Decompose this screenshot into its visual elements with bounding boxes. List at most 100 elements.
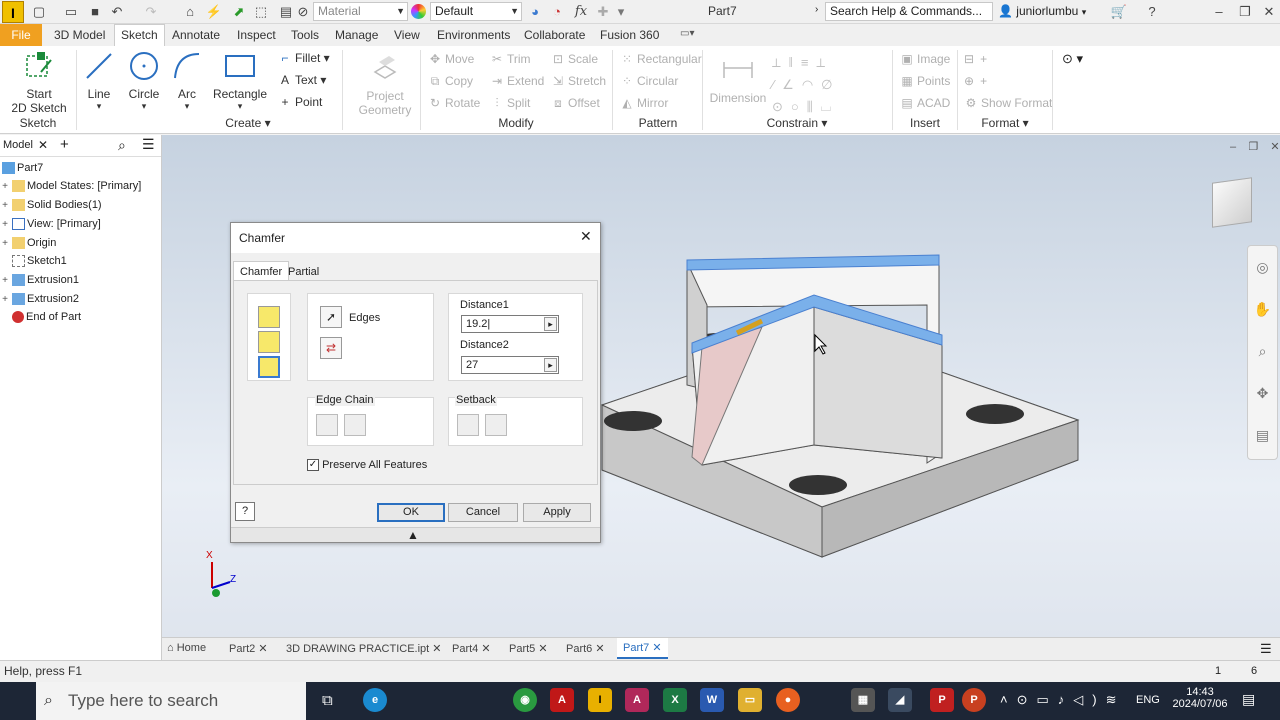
no-entry-icon[interactable]: ⊘ (294, 3, 312, 21)
undo-icon[interactable]: ↶ (108, 3, 126, 21)
open-icon[interactable]: ▭ (62, 3, 80, 21)
ribbon-options-icon[interactable]: ▭▾ (680, 28, 694, 39)
edges-select-button[interactable]: ➚ (320, 306, 342, 328)
close-tab-icon[interactable]: ✕ (481, 643, 490, 655)
plus-icon[interactable]: ✚ (594, 3, 612, 21)
project-geometry-button[interactable]: Project Geometry (352, 52, 418, 117)
circular-pattern-button[interactable]: ⁘ Circular (620, 74, 678, 88)
tree-item-extrusion1[interactable]: + Extrusion1 (0, 271, 79, 289)
task-view-icon[interactable]: ⧉ (322, 692, 333, 709)
measure-icon[interactable]: ▤ (277, 3, 295, 21)
close-tab-icon[interactable]: ✕ (652, 642, 661, 654)
finish-sketch-icon[interactable]: ⊙ ▾ (1062, 51, 1083, 67)
new-file-icon[interactable]: ▢ (30, 3, 48, 21)
tree-item-sketch1[interactable]: Sketch1 (0, 252, 67, 270)
help-icon[interactable]: ? (235, 502, 255, 521)
expand-icon[interactable]: + (0, 197, 10, 215)
doc-tab-part2[interactable]: Part2 ✕ (229, 642, 268, 655)
return-icon[interactable]: ⬈ (230, 3, 248, 21)
stretch-button[interactable]: ⇲ Stretch (551, 74, 606, 88)
tree-item-part7[interactable]: Part7 (0, 159, 43, 177)
inventor-icon[interactable]: I (588, 688, 612, 712)
material-select[interactable]: Material ▼ (313, 2, 408, 21)
clear-icon[interactable]: ◔ (548, 3, 566, 21)
flip-direction-button[interactable]: ⇄ (320, 337, 342, 359)
tab-manage[interactable]: Manage (329, 27, 384, 43)
fillet-button[interactable]: ⌐ Fillet ▾ (278, 51, 329, 65)
notifications-icon[interactable]: ▤ (1242, 691, 1255, 708)
distance-method-icon[interactable] (258, 306, 280, 328)
setback-off-icon[interactable] (457, 414, 479, 436)
calculator-icon[interactable]: ▦ (851, 688, 875, 712)
all-tangent-edges-icon[interactable] (316, 414, 338, 436)
expand-icon[interactable]: + (0, 272, 10, 290)
tab-collaborate[interactable]: Collaborate (518, 27, 591, 43)
doc-tab-part4[interactable]: Part4 ✕ (452, 642, 491, 655)
expand-arrow-icon[interactable]: ▲ (407, 528, 419, 542)
rotate-button[interactable]: ↻ Rotate (428, 96, 480, 110)
distance1-flyout-icon[interactable]: ▸ (544, 317, 557, 331)
tree-item-origin[interactable]: + Origin (0, 234, 56, 252)
tab-inspect[interactable]: Inspect (231, 27, 282, 43)
edge-icon[interactable]: e (363, 688, 387, 712)
distance1-input[interactable]: 19.2| ▸ (461, 315, 559, 333)
tree-item-end-of-part[interactable]: End of Part (0, 308, 81, 326)
scale-button[interactable]: ⊡ Scale (551, 52, 598, 66)
browser-tab-model[interactable]: Model (3, 139, 33, 151)
tab-view[interactable]: View (388, 27, 426, 43)
circle-button[interactable]: Circle ▾ (124, 50, 164, 112)
setback-on-icon[interactable] (485, 414, 507, 436)
home-icon[interactable]: ⌂ (181, 3, 199, 21)
close-icon[interactable]: ✕ (580, 228, 592, 245)
start-2d-sketch-button[interactable]: Start 2D Sketch (10, 50, 68, 115)
doc-tab-home[interactable]: ⌂ Home (167, 642, 206, 654)
tabs-menu-icon[interactable]: ☰ (1260, 641, 1272, 657)
select-icon[interactable]: ⬚ (252, 3, 270, 21)
language-indicator[interactable]: ENG (1136, 694, 1160, 706)
appearance-select[interactable]: Default ▼ (430, 2, 522, 21)
access-icon[interactable]: A (625, 688, 649, 712)
doc-tab-part5[interactable]: Part5 ✕ (509, 642, 548, 655)
system-tray-icons[interactable]: ˄⊙▭♪◁)≋ (1000, 692, 1126, 708)
tab-tools[interactable]: Tools (285, 27, 325, 43)
tree-item-model-states[interactable]: + Model States: [Primary] (0, 177, 141, 195)
word-icon[interactable]: W (700, 688, 724, 712)
distance-angle-method-icon[interactable] (258, 331, 280, 353)
offset-button[interactable]: ⧈ Offset (551, 96, 600, 111)
group-label-create[interactable]: Create ▾ (218, 116, 278, 130)
tab-partial[interactable]: Partial (282, 264, 325, 281)
tree-item-solid-bodies[interactable]: + Solid Bodies(1) (0, 196, 102, 214)
tab-fusion-360[interactable]: Fusion 360 (594, 27, 665, 43)
text-button[interactable]: A Text ▾ (278, 73, 326, 87)
save-icon[interactable]: ■ (86, 3, 104, 21)
expand-icon[interactable]: + (0, 178, 10, 196)
arc-button[interactable]: Arc ▾ (168, 50, 206, 112)
taskbar-search-input[interactable]: ⌕ Type here to search (36, 682, 306, 720)
doc-tab-part6[interactable]: Part6 ✕ (566, 642, 605, 655)
start-button[interactable] (0, 682, 36, 720)
close-window-icon[interactable]: ✕ (1260, 3, 1278, 21)
cart-icon[interactable]: 🛒 (1110, 3, 1128, 21)
app-icon[interactable]: ◢ (888, 688, 912, 712)
menu-icon[interactable]: ☰ (142, 136, 155, 153)
expand-icon[interactable]: + (0, 235, 10, 253)
help-search-input[interactable]: Search Help & Commands... (825, 2, 993, 21)
group-label-constrain[interactable]: Constrain ▾ (762, 116, 832, 130)
close-panel-icon[interactable]: ✕ (38, 138, 48, 152)
tab-3d-model[interactable]: 3D Model (48, 27, 111, 43)
point-button[interactable]: + Point (278, 95, 322, 109)
rectangle-button[interactable]: Rectangle ▾ (210, 50, 270, 112)
rectangular-pattern-button[interactable]: ⁙ Rectangular (620, 52, 702, 66)
constraint-icons[interactable]: ⟂∥≡⊥ ⁄∠◠∅ ⊙○⫼⌴ (772, 52, 890, 118)
cancel-button[interactable]: Cancel (448, 503, 518, 522)
points-button[interactable]: ▦ Points (900, 74, 950, 88)
line-button[interactable]: Line ▾ (80, 50, 118, 112)
restore-icon[interactable]: ❐ (1236, 3, 1254, 21)
apply-button[interactable]: Apply (523, 503, 591, 522)
tab-environments[interactable]: Environments (431, 27, 516, 43)
search-icon[interactable]: ⌕ (118, 137, 126, 154)
user-account[interactable]: 👤 juniorlumbu ▾ (998, 4, 1086, 18)
close-tab-icon[interactable]: ✕ (538, 643, 547, 655)
add-panel-icon[interactable]: + (60, 136, 69, 153)
single-edge-icon[interactable] (344, 414, 366, 436)
